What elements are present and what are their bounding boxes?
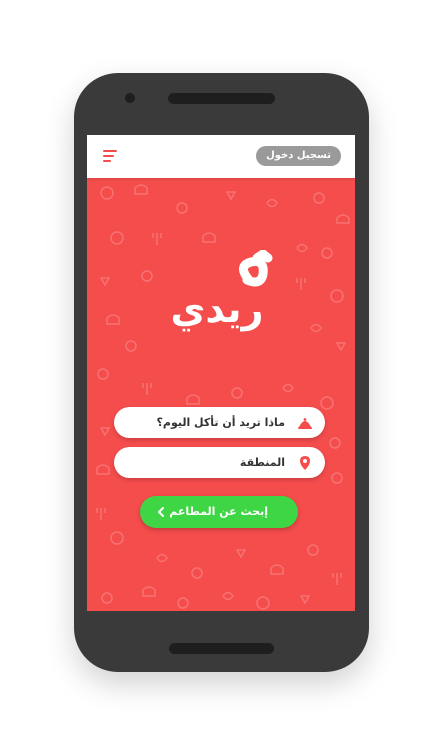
front-camera (125, 93, 135, 103)
location-pin-icon (300, 456, 310, 470)
area-search-input[interactable]: المنطقة (114, 447, 325, 478)
food-search-placeholder: ماذا تريد أن تأكل اليوم؟ (156, 416, 286, 429)
hamburger-menu-icon[interactable] (103, 148, 119, 164)
area-search-placeholder: المنطقة (239, 456, 285, 469)
chevron-left-icon (158, 507, 164, 517)
food-pattern-background (96, 184, 350, 610)
food-search-input[interactable]: ماذا تريد أن تأكل اليوم؟ (114, 407, 325, 438)
top-app-bar: تسجيل دخول (87, 135, 355, 178)
bottom-speaker (169, 643, 274, 654)
search-restaurants-label: إبحث عن المطاعم (169, 505, 268, 518)
login-button[interactable]: تسجيل دخول (256, 146, 341, 166)
search-restaurants-button[interactable]: إبحث عن المطاعم (140, 496, 298, 528)
app-logo-text: ريدي (171, 287, 264, 331)
app-screen: تسجيل دخول ريدي ماذا تريد أن تأكل اليوم؟… (87, 135, 355, 611)
earpiece-speaker (168, 93, 275, 104)
app-logo: ريدي (171, 250, 273, 331)
phone-mockup: تسجيل دخول ريدي ماذا تريد أن تأكل اليوم؟… (74, 73, 369, 672)
cloche-icon (298, 418, 312, 429)
